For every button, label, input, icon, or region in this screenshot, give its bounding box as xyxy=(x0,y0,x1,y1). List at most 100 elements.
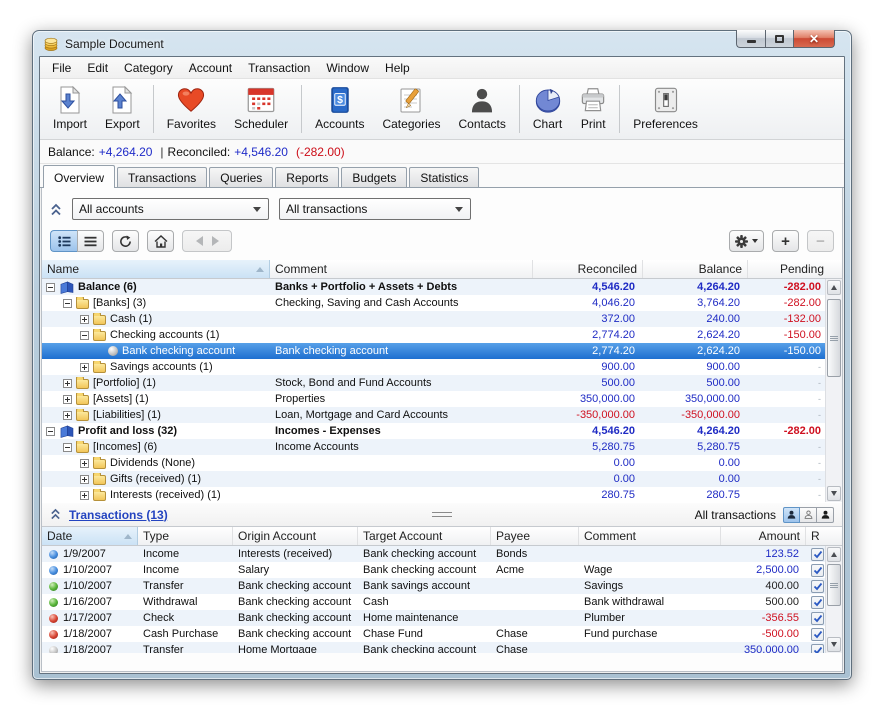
column-header-pending[interactable]: Pending xyxy=(748,260,829,278)
column-header-comment[interactable]: Comment xyxy=(579,527,721,545)
menu-edit[interactable]: Edit xyxy=(79,59,116,77)
close-button[interactable]: ✕ xyxy=(794,30,835,48)
account-row-selected[interactable]: Bank checking account Bank checking acco… xyxy=(42,343,842,359)
export-button[interactable]: Export xyxy=(96,81,149,137)
accounts-button[interactable]: $ Accounts xyxy=(306,81,373,137)
collapse-toggle-icon[interactable] xyxy=(46,283,55,292)
transaction-row[interactable]: 1/18/2007 Transfer Home Mortgage Bank ch… xyxy=(42,642,842,653)
tab-budgets[interactable]: Budgets xyxy=(341,167,407,187)
scrollbar-thumb[interactable] xyxy=(827,299,841,377)
column-header-target[interactable]: Target Account xyxy=(358,527,491,545)
tab-transactions[interactable]: Transactions xyxy=(117,167,207,187)
scroll-down-button[interactable] xyxy=(827,637,841,652)
scrollbar-thumb[interactable] xyxy=(827,564,841,606)
account-filter-select[interactable]: All accounts xyxy=(72,198,269,220)
contacts-button[interactable]: Contacts xyxy=(450,81,515,137)
flat-view-button[interactable] xyxy=(77,230,104,252)
print-button[interactable]: Print xyxy=(571,81,615,137)
scheduler-button[interactable]: Scheduler xyxy=(225,81,297,137)
accounts-scrollbar[interactable] xyxy=(825,279,842,502)
add-button[interactable]: + xyxy=(772,230,799,252)
column-header-reconciled[interactable]: Reconciled xyxy=(533,260,643,278)
expand-toggle-icon[interactable] xyxy=(80,459,89,468)
reconciled-checkbox[interactable] xyxy=(811,548,824,561)
transactions-scrollbar[interactable] xyxy=(825,546,842,653)
collapse-chevrons-icon[interactable] xyxy=(50,508,62,521)
transactions-count-link[interactable]: Transactions (13) xyxy=(69,508,168,522)
menu-help[interactable]: Help xyxy=(377,59,418,77)
account-row[interactable]: [Liabilities] (1) Loan, Mortgage and Car… xyxy=(42,407,842,423)
scroll-up-button[interactable] xyxy=(827,547,841,562)
column-header-date[interactable]: Date xyxy=(42,527,138,545)
scroll-down-button[interactable] xyxy=(827,486,841,501)
filter-reconciled-button[interactable] xyxy=(817,507,834,523)
preferences-button[interactable]: Preferences xyxy=(624,81,707,137)
minimize-button[interactable] xyxy=(736,30,765,48)
column-header-reconciled-flag[interactable]: R xyxy=(806,527,829,545)
account-row[interactable]: Dividends (None) 0.00 0.00 - xyxy=(42,455,842,471)
reconciled-checkbox[interactable] xyxy=(811,628,824,641)
reconciled-checkbox[interactable] xyxy=(811,596,824,609)
account-row[interactable]: Interests (received) (1) 280.75 280.75 - xyxy=(42,487,842,503)
collapse-chevrons-icon[interactable] xyxy=(50,203,62,216)
settings-menu-button[interactable] xyxy=(729,230,764,252)
tab-overview[interactable]: Overview xyxy=(43,165,115,188)
title-bar[interactable]: Sample Document ✕ xyxy=(39,31,845,56)
scroll-up-button[interactable] xyxy=(827,280,841,295)
filter-all-button[interactable] xyxy=(783,507,800,523)
favorites-button[interactable]: Favorites xyxy=(158,81,225,137)
collapse-toggle-icon[interactable] xyxy=(46,427,55,436)
column-header-origin[interactable]: Origin Account xyxy=(233,527,358,545)
transaction-row[interactable]: 1/17/2007 Check Bank checking account Ho… xyxy=(42,610,842,626)
collapse-toggle-icon[interactable] xyxy=(80,331,89,340)
account-row[interactable]: [Portfolio] (1) Stock, Bond and Fund Acc… xyxy=(42,375,842,391)
column-header-name[interactable]: Name xyxy=(42,260,270,278)
account-row[interactable]: [Banks] (3) Checking, Saving and Cash Ac… xyxy=(42,295,842,311)
menu-transaction[interactable]: Transaction xyxy=(240,59,318,77)
transaction-row[interactable]: 1/10/2007 Transfer Bank checking account… xyxy=(42,578,842,594)
home-button[interactable] xyxy=(147,230,174,252)
tree-view-button[interactable] xyxy=(50,230,77,252)
expand-toggle-icon[interactable] xyxy=(63,411,72,420)
collapse-toggle-icon[interactable] xyxy=(63,443,72,452)
expand-toggle-icon[interactable] xyxy=(63,379,72,388)
menu-window[interactable]: Window xyxy=(318,59,377,77)
menu-file[interactable]: File xyxy=(44,59,79,77)
transaction-row[interactable]: 1/9/2007 Income Interests (received) Ban… xyxy=(42,546,842,562)
account-row[interactable]: Cash (1) 372.00 240.00 -132.00 xyxy=(42,311,842,327)
refresh-button[interactable] xyxy=(112,230,139,252)
tab-reports[interactable]: Reports xyxy=(275,167,339,187)
account-row[interactable]: Savings accounts (1) 900.00 900.00 - xyxy=(42,359,842,375)
menu-account[interactable]: Account xyxy=(181,59,240,77)
transaction-filter-select[interactable]: All transactions xyxy=(279,198,471,220)
reconciled-checkbox[interactable] xyxy=(811,564,824,577)
tab-statistics[interactable]: Statistics xyxy=(409,167,479,187)
reconciled-checkbox[interactable] xyxy=(811,644,824,654)
account-row[interactable]: Profit and loss (32) Incomes - Expenses … xyxy=(42,423,842,439)
column-header-payee[interactable]: Payee xyxy=(491,527,579,545)
history-back-forward-buttons[interactable] xyxy=(182,230,232,252)
reconciled-checkbox[interactable] xyxy=(811,580,824,593)
import-button[interactable]: Import xyxy=(44,81,96,137)
reconciled-checkbox[interactable] xyxy=(811,612,824,625)
transaction-row[interactable]: 1/18/2007 Cash Purchase Bank checking ac… xyxy=(42,626,842,642)
transaction-row[interactable]: 1/10/2007 Income Salary Bank checking ac… xyxy=(42,562,842,578)
column-header-balance[interactable]: Balance xyxy=(643,260,748,278)
expand-toggle-icon[interactable] xyxy=(80,315,89,324)
chart-button[interactable]: Chart xyxy=(524,81,571,137)
expand-toggle-icon[interactable] xyxy=(80,475,89,484)
account-row[interactable]: [Assets] (1) Properties 350,000.00 350,0… xyxy=(42,391,842,407)
transaction-row[interactable]: 1/16/2007 Withdrawal Bank checking accou… xyxy=(42,594,842,610)
filter-pending-button[interactable] xyxy=(800,507,817,523)
column-header-amount[interactable]: Amount xyxy=(721,527,806,545)
expand-toggle-icon[interactable] xyxy=(80,491,89,500)
collapse-toggle-icon[interactable] xyxy=(63,299,72,308)
account-row[interactable]: Checking accounts (1) 2,774.20 2,624.20 … xyxy=(42,327,842,343)
account-row[interactable]: [Incomes] (6) Income Accounts 5,280.75 5… xyxy=(42,439,842,455)
expand-toggle-icon[interactable] xyxy=(63,395,72,404)
maximize-button[interactable] xyxy=(765,30,794,48)
expand-toggle-icon[interactable] xyxy=(80,363,89,372)
remove-button[interactable]: − xyxy=(807,230,834,252)
menu-category[interactable]: Category xyxy=(116,59,181,77)
categories-button[interactable]: Categories xyxy=(373,81,449,137)
